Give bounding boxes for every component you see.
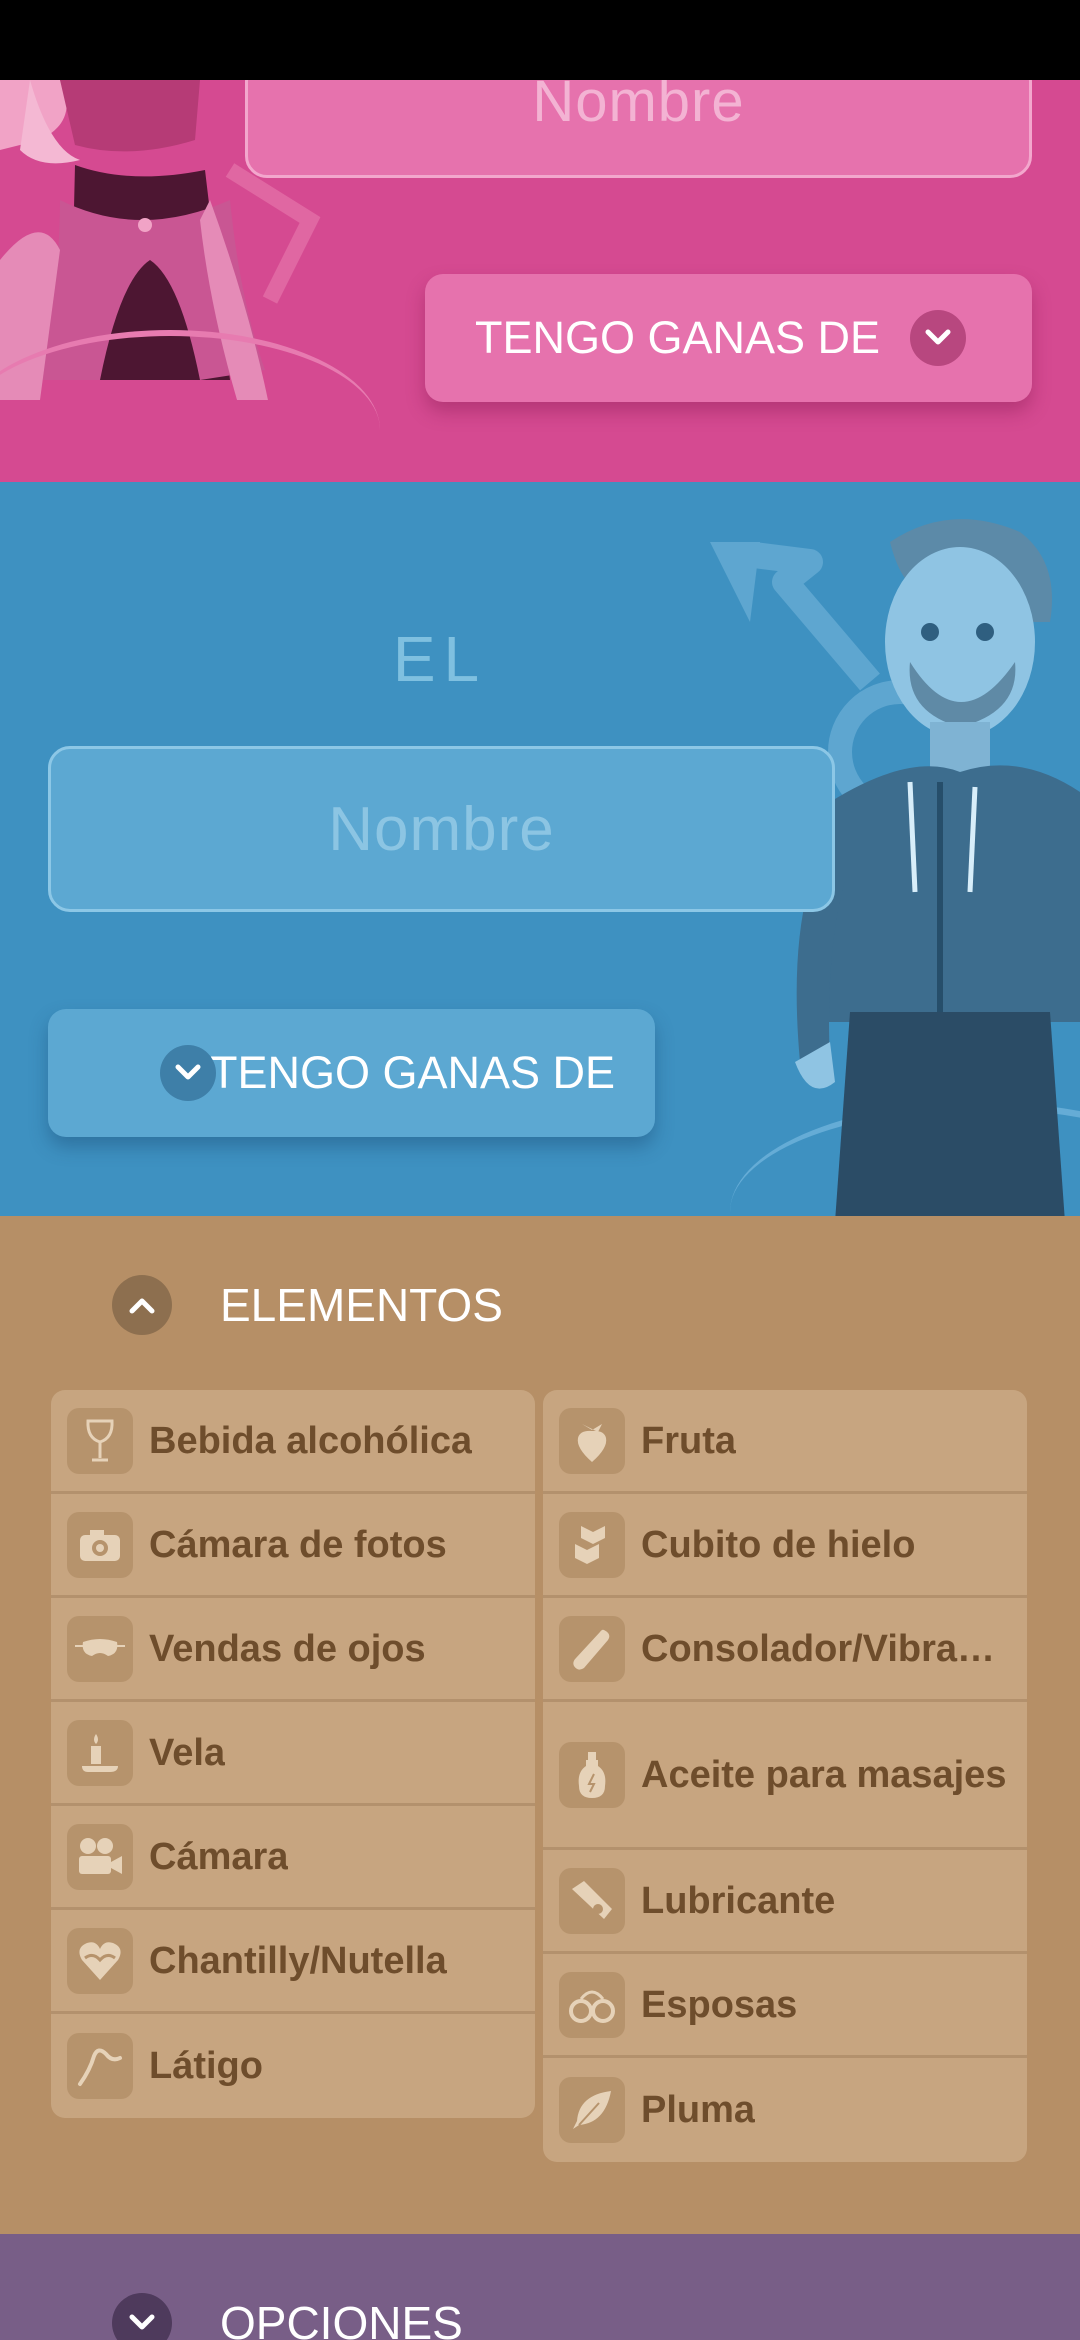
element-label: Pluma (641, 2089, 756, 2131)
elements-toggle[interactable]: ELEMENTOS (112, 1268, 503, 1342)
her-name-placeholder: Nombre (532, 80, 745, 134)
options-toggle[interactable]: OPCIONES (112, 2286, 463, 2340)
element-label: Cubito de hielo (641, 1523, 916, 1566)
element-item[interactable]: Esposas (543, 1954, 1027, 2058)
pink-ground-arc (0, 330, 380, 482)
him-name-placeholder: Nombre (328, 794, 555, 864)
element-item[interactable]: Chantilly/Nutella (51, 1910, 535, 2014)
wine-glass-icon (67, 1407, 133, 1474)
oil-bottle-icon (559, 1741, 625, 1808)
lubricant-tube-icon (559, 1867, 625, 1934)
element-label: Lubricante (641, 1879, 836, 1922)
element-label: Cámara (149, 1835, 289, 1878)
element-item[interactable]: Cámara (51, 1806, 535, 1910)
her-name-input[interactable]: Nombre (245, 80, 1032, 178)
video-camera-icon (67, 1823, 133, 1890)
elements-section: ELEMENTOS Bebida alcohólica Cámara de fo… (0, 1216, 1080, 2234)
options-header-label: OPCIONES (220, 2297, 463, 2340)
him-section: EL Nombre TENGO GANAS DE (0, 482, 1080, 1216)
her-want-label: TENGO GANAS DE (475, 312, 881, 363)
element-label: Fruta (641, 1419, 736, 1462)
element-label: Vela (149, 1731, 226, 1774)
element-label: Látigo (149, 2045, 263, 2087)
element-item[interactable]: Vendas de ojos (51, 1598, 535, 1702)
candle-icon (67, 1719, 133, 1786)
element-label: Cámara de fotos (149, 1523, 447, 1566)
element-item[interactable]: Lubricante (543, 1850, 1027, 1954)
element-label: Chantilly/Nutella (149, 1939, 447, 1982)
whip-icon (67, 2033, 133, 2099)
element-item[interactable]: Consolador/Vibra… (543, 1598, 1027, 1702)
element-label: Bebida alcohólica (149, 1419, 473, 1462)
blindfold-icon (67, 1615, 133, 1682)
strawberry-icon (559, 1407, 625, 1474)
vibrator-icon (559, 1615, 625, 1682)
elements-right-column: Fruta Cubito de hielo Consolador/Vibra… … (543, 1390, 1027, 2162)
chevron-down-icon (910, 310, 966, 366)
element-item[interactable]: Fruta (543, 1390, 1027, 1494)
element-item[interactable]: Pluma (543, 2058, 1027, 2162)
photo-camera-icon (67, 1511, 133, 1578)
her-want-dropdown-button[interactable]: TENGO GANAS DE (425, 274, 1032, 402)
heart-cream-icon (67, 1927, 133, 1994)
chevron-down-icon (112, 2293, 172, 2340)
chevron-up-icon (112, 1275, 172, 1335)
element-label: Aceite para masajes (641, 1753, 1007, 1796)
feather-icon (559, 2077, 625, 2143)
element-label: Consolador/Vibra… (641, 1627, 996, 1670)
element-item[interactable]: Vela (51, 1702, 535, 1806)
ice-cube-icon (559, 1511, 625, 1578)
her-section: Nombre TENGO GANAS DE (0, 80, 1080, 482)
him-want-label: TENGO GANAS DE (210, 1047, 616, 1098)
element-item[interactable]: Bebida alcohólica (51, 1390, 535, 1494)
chevron-down-icon (160, 1045, 216, 1101)
status-bar (0, 0, 1080, 80)
him-want-dropdown-button[interactable]: TENGO GANAS DE (48, 1009, 655, 1137)
elements-header-label: ELEMENTOS (220, 1279, 503, 1331)
element-label: Vendas de ojos (149, 1627, 426, 1670)
handcuffs-icon (559, 1971, 625, 2038)
element-item[interactable]: Aceite para masajes (543, 1702, 1027, 1850)
element-item[interactable]: Cubito de hielo (543, 1494, 1027, 1598)
element-item[interactable]: Cámara de fotos (51, 1494, 535, 1598)
him-name-input[interactable]: Nombre (48, 746, 835, 912)
element-item[interactable]: Látigo (51, 2014, 535, 2118)
options-section: OPCIONES (0, 2234, 1080, 2340)
him-title: EL (392, 623, 488, 695)
elements-left-column: Bebida alcohólica Cámara de fotos Vendas… (51, 1390, 535, 2118)
element-label: Esposas (641, 1983, 798, 2026)
